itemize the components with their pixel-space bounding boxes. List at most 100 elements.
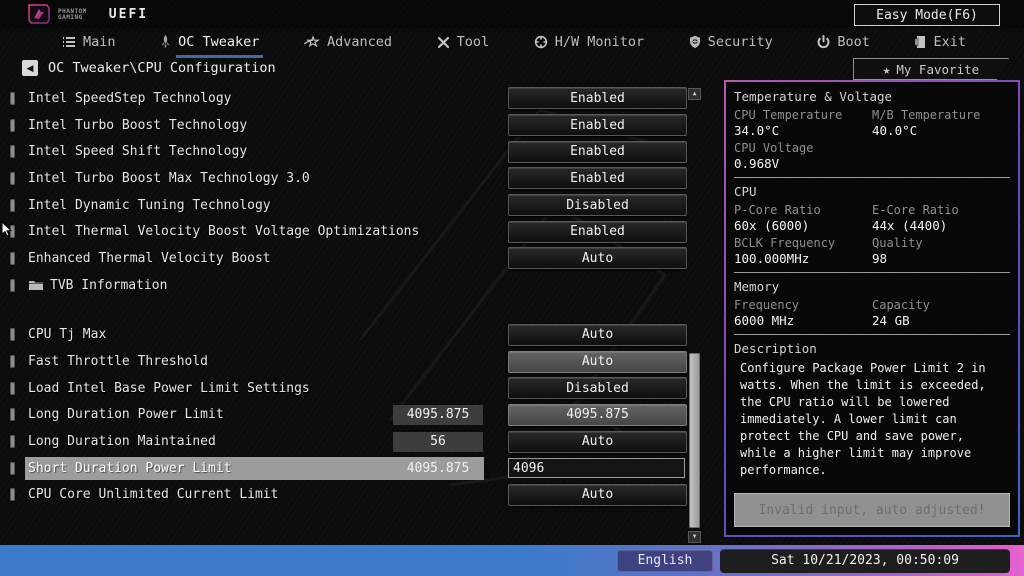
value-dropdown[interactable]: 4095.875 — [508, 403, 687, 426]
setting-row[interactable]: Intel Turbo Boost Technology Enabled — [0, 112, 706, 139]
scroll-down-button[interactable]: ▼ — [688, 531, 701, 543]
tab-main[interactable]: Main — [62, 28, 116, 56]
info-field: CPU Voltage 0.968V — [734, 141, 872, 171]
my-favorite-button[interactable]: ★ My Favorite — [853, 58, 1009, 80]
setting-label: Long Duration Maintained — [28, 434, 216, 450]
setting-row[interactable]: Intel Speed Shift Technology Enabled — [0, 138, 706, 165]
setting-row[interactable]: Long Duration Power Limit 4095.875 4095.87… — [0, 402, 706, 429]
value-dropdown[interactable]: Enabled — [508, 140, 687, 163]
brand: PHANTOM GAMING UEFI — [26, 3, 148, 25]
section-divider — [734, 272, 1010, 273]
exit-icon — [914, 35, 926, 49]
tab-label: Security — [707, 34, 773, 50]
tab-label: Advanced — [326, 34, 393, 50]
setting-row[interactable]: Short Duration Power Limit 4095.875 4096 — [0, 455, 706, 482]
tab-security[interactable]: Security — [689, 28, 773, 56]
description-text: Configure Package Power Limit 2 in watts… — [740, 361, 986, 478]
scrollbar-thumb[interactable] — [689, 353, 700, 528]
field-value: 100.000MHz — [734, 251, 810, 266]
tab-tool[interactable]: Tool — [437, 28, 489, 56]
value-dropdown[interactable]: Disabled — [508, 377, 687, 400]
info-section: CPU P-Core Ratio 60x (6000) E-Core Ratio 44x… — [734, 184, 1010, 266]
field-value: 6000 MHz — [734, 313, 795, 328]
folder-icon — [28, 279, 45, 291]
section-divider — [734, 334, 1010, 335]
value-dropdown[interactable]: Disabled — [508, 194, 687, 217]
field-label: Quality — [872, 236, 923, 250]
setting-row[interactable]: CPU Core Unlimited Current Limit Auto — [0, 482, 706, 509]
inline-value: 56 — [393, 431, 483, 452]
value-dropdown[interactable]: Auto — [508, 350, 687, 373]
setting-label: Fast Throttle Threshold — [28, 354, 209, 370]
setting-bullet-icon — [10, 251, 15, 265]
toast-message: Invalid input, auto adjusted! — [734, 493, 1010, 527]
setting-row[interactable]: Enhanced Thermal Velocity Boost Auto — [0, 245, 706, 272]
setting-row[interactable]: Intel SpeedStep Technology Enabled — [0, 85, 706, 112]
info-section: Temperature & Voltage CPU Temperature 34.0… — [734, 89, 1010, 171]
group-gap — [0, 299, 706, 322]
value-dropdown[interactable]: Auto — [508, 247, 687, 270]
info-section: Description Configure Package Power Limit… — [734, 341, 1010, 479]
setting-bullet-icon — [10, 408, 15, 422]
setting-bullet-icon — [10, 355, 15, 369]
setting-label: Intel Dynamic Tuning Technology — [28, 197, 271, 213]
value-dropdown[interactable]: Enabled — [508, 114, 687, 137]
field-value: 44x (4400) — [872, 218, 948, 233]
star-icon: ★ — [882, 61, 891, 77]
setting-label: TVB Information — [50, 277, 168, 293]
field-grid: Frequency 6000 MHz Capacity 24 GB — [734, 298, 1010, 328]
tools-icon — [437, 36, 450, 49]
field-value: 24 GB — [872, 313, 910, 328]
value-dropdown[interactable]: Auto — [508, 430, 687, 453]
back-button[interactable]: ◀ — [22, 60, 38, 76]
tab-oc-tweaker[interactable]: OC Tweaker — [160, 28, 264, 58]
field-label: Frequency — [734, 298, 800, 312]
shield-icon — [689, 35, 701, 49]
setting-bullet-icon — [10, 198, 15, 212]
setting-bullet-icon — [10, 91, 15, 105]
setting-bullet-icon — [10, 225, 15, 239]
value-dropdown[interactable]: Enabled — [508, 220, 687, 243]
value-dropdown[interactable]: Enabled — [508, 167, 687, 190]
setting-row[interactable]: Intel Thermal Velocity Boost Voltage Opt… — [0, 218, 706, 245]
tab-advanced[interactable]: Advanced — [303, 28, 393, 56]
setting-row[interactable]: Intel Turbo Boost Max Technology 3.0 Enab… — [0, 165, 706, 192]
monitor-icon — [534, 35, 548, 49]
field-grid: P-Core Ratio 60x (6000) E-Core Ratio 44x (4… — [734, 203, 1010, 266]
value-dropdown[interactable]: Enabled — [508, 87, 687, 110]
setting-row[interactable]: Load Intel Base Power Limit Settings Disa… — [0, 375, 706, 402]
setting-row[interactable]: Intel Dynamic Tuning Technology Disabled — [0, 192, 706, 219]
field-label: BCLK Frequency — [734, 236, 836, 250]
value-dropdown[interactable]: Auto — [508, 323, 687, 346]
setting-row[interactable]: CPU Tj Max Auto — [0, 322, 706, 349]
language-button[interactable]: English — [617, 549, 713, 572]
setting-bullet-icon — [10, 488, 15, 502]
tab-boot[interactable]: Boot — [817, 28, 870, 56]
easy-mode-button[interactable]: Easy Mode(F6) — [854, 4, 1000, 26]
info-field: BCLK Frequency 100.000MHz — [734, 236, 872, 266]
tab-label: Boot — [837, 34, 870, 50]
inline-value: 4095.875 — [393, 404, 483, 425]
info-section: Memory Frequency 6000 MHz Capacity 24 GB — [734, 279, 1010, 328]
setting-row[interactable]: TVB Information — [0, 272, 706, 299]
setting-label: Intel Turbo Boost Max Technology 3.0 — [28, 170, 310, 186]
setting-bullet-icon — [10, 118, 15, 132]
info-field: M/B Temperature 40.0°C — [872, 108, 1010, 138]
tab-label: H/W Monitor — [554, 34, 645, 50]
tab-h-w-monitor[interactable]: H/W Monitor — [534, 28, 644, 56]
scroll-up-button[interactable]: ▲ — [688, 88, 701, 100]
setting-bullet-icon — [10, 278, 15, 292]
setting-row[interactable]: Fast Throttle Threshold Auto — [0, 348, 706, 375]
info-field: Quality 98 — [872, 236, 1010, 266]
tab-exit[interactable]: Exit — [914, 28, 966, 56]
scrollbar: ▲ ▼ — [688, 88, 701, 548]
value-input[interactable]: 4096 — [508, 458, 685, 479]
my-favorite-label: My Favorite — [896, 61, 980, 77]
setting-bullet-icon — [10, 171, 15, 185]
value-dropdown[interactable]: Auto — [508, 483, 687, 506]
section-title: Memory — [734, 279, 780, 294]
setting-row[interactable]: Long Duration Maintained 56 Auto — [0, 428, 706, 455]
info-field: CPU Temperature 34.0°C — [734, 108, 872, 138]
setting-label: Intel Speed Shift Technology — [28, 144, 248, 160]
section-title: CPU — [734, 184, 757, 199]
